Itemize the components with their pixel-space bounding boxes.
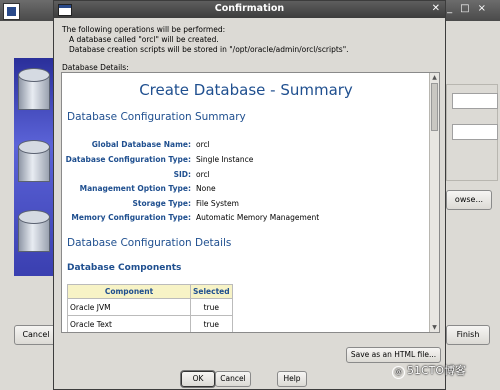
wizard-finish-button[interactable]: Finish: [446, 325, 490, 345]
section-heading: Database Configuration Summary: [67, 111, 246, 123]
subsection-heading: Database Components: [67, 263, 182, 273]
table-cell: Oracle JVM: [67, 298, 191, 316]
details-label: Database Details:: [62, 63, 129, 72]
summary-viewer[interactable]: Create Database - Summary Database Confi…: [61, 72, 440, 333]
summary-title: Create Database - Summary: [139, 81, 353, 99]
field-value: orcl: [196, 140, 210, 149]
watermark-text: 51CTO博客: [407, 364, 467, 377]
app-icon: [3, 3, 20, 20]
watermark: @51CTO博客: [392, 362, 466, 379]
intro-line: The following operations will be perform…: [62, 25, 226, 34]
window-controls[interactable]: _□×: [447, 3, 494, 14]
table-header-row: Component Selected: [67, 284, 233, 299]
field-label: Global Database Name:: [91, 140, 191, 149]
watermark-at-icon: @: [392, 366, 405, 379]
column-header: Selected: [190, 284, 233, 299]
intro-line: Database creation scripts will be stored…: [69, 45, 349, 54]
vertical-scrollbar[interactable]: ▲ ▼: [429, 73, 439, 332]
table-cell: true: [190, 315, 233, 332]
scroll-up-icon[interactable]: ▲: [430, 73, 439, 82]
field-label: SID:: [173, 170, 191, 179]
table-cell: true: [190, 298, 233, 316]
field-label: Management Option Type:: [79, 184, 191, 193]
field-label: Storage Type:: [132, 199, 191, 208]
background-text-field[interactable]: [452, 124, 498, 140]
table-cell: Oracle Text: [67, 315, 191, 332]
close-icon[interactable]: ✕: [432, 3, 440, 14]
field-value: File System: [196, 199, 239, 208]
database-cylinder-icon: [18, 140, 50, 184]
dialog-titlebar: Confirmation ✕: [54, 1, 445, 18]
intro-line: A database called "orcl" will be created…: [69, 35, 219, 44]
field-value: Single Instance: [196, 155, 254, 164]
intro-text: The following operations will be perform…: [62, 25, 349, 55]
cancel-button[interactable]: Cancel: [215, 371, 251, 387]
field-label: Memory Configuration Type:: [71, 213, 191, 222]
table-row: Oracle Text true: [67, 315, 233, 332]
field-value: Automatic Memory Management: [196, 213, 320, 222]
table-row: Oracle JVM true: [67, 298, 233, 316]
scrollbar-thumb[interactable]: [431, 83, 438, 131]
field-label: Database Configuration Type:: [65, 155, 191, 164]
database-cylinder-icon: [18, 68, 50, 112]
field-value: orcl: [196, 170, 210, 179]
column-header: Component: [67, 284, 191, 299]
background-text-field[interactable]: [452, 93, 498, 109]
dialog-title: Confirmation: [214, 3, 285, 14]
browse-button[interactable]: owse...: [446, 190, 492, 210]
wizard-cancel-button[interactable]: Cancel: [14, 325, 58, 345]
scroll-down-icon[interactable]: ▼: [430, 323, 439, 332]
save-as-html-button[interactable]: Save as an HTML file...: [346, 347, 441, 363]
section-heading: Database Configuration Details: [67, 237, 232, 249]
help-button[interactable]: Help: [277, 371, 307, 387]
confirmation-dialog: Confirmation ✕ The following operations …: [53, 0, 446, 390]
database-cylinder-icon: [18, 210, 50, 254]
components-table: Component Selected Oracle JVM true Oracl…: [67, 284, 233, 332]
ok-button[interactable]: OK: [181, 371, 215, 387]
field-value: None: [196, 184, 216, 193]
